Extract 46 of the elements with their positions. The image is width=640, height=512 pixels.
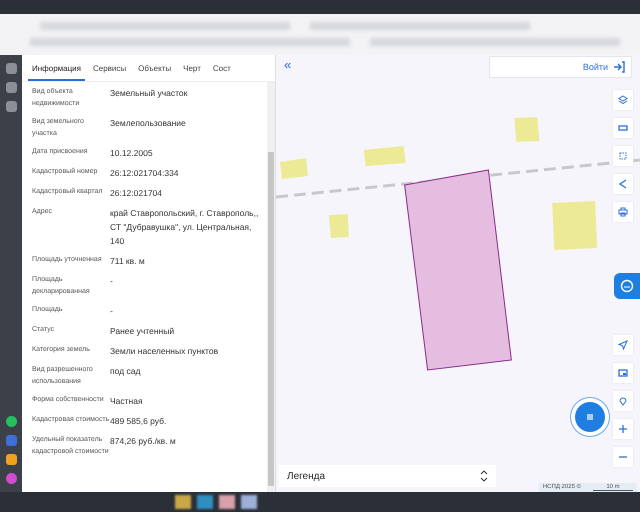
- field-value: 10.12.2005: [110, 147, 154, 160]
- field-value: Частная: [110, 395, 144, 408]
- map-view-icon: [618, 368, 628, 378]
- field-value: 26:12:021704: [110, 187, 163, 200]
- field-value: 489 585,6 руб.: [110, 415, 168, 428]
- panel-tab[interactable]: Сервисы: [88, 59, 130, 81]
- layers-button[interactable]: [613, 90, 633, 110]
- scrollbar[interactable]: [267, 82, 275, 492]
- print-button[interactable]: [613, 202, 633, 222]
- login-icon: [613, 61, 625, 73]
- layers-icon: [618, 95, 628, 105]
- legend-dropdown[interactable]: Легенда: [279, 465, 496, 487]
- field-value: Земли населенных пунктов: [110, 345, 220, 358]
- field-value: край Ставропольский, г. Ставрополь,, СТ "Дубравушка", ул. Центральная, 140: [110, 207, 260, 248]
- map-view-button[interactable]: [613, 363, 633, 383]
- zoom-in-button[interactable]: [613, 419, 633, 439]
- field-value: -: [110, 275, 114, 288]
- share-icon: [618, 179, 628, 189]
- share-button[interactable]: [613, 174, 633, 194]
- collapse-button[interactable]: «: [282, 57, 294, 72]
- selection-icon: [618, 151, 628, 161]
- location-arrow-icon: [618, 340, 628, 350]
- ruler-icon: [618, 123, 628, 133]
- field-value: -: [110, 305, 114, 318]
- sort-caret-icon: [480, 470, 488, 482]
- field-value: Ранее учтенный: [110, 325, 176, 338]
- selection-button[interactable]: [613, 146, 633, 166]
- field-value: 26:12:021704:334: [110, 167, 180, 180]
- field-value: под сад: [110, 365, 142, 378]
- panel-tab[interactable]: Информация: [28, 59, 85, 81]
- pin-icon: [618, 396, 628, 406]
- panel-tab[interactable]: Сост: [208, 59, 235, 81]
- field-value: 874,26 руб./кв. м: [110, 435, 177, 448]
- print-icon: [618, 207, 628, 217]
- login-button[interactable]: Войти: [489, 56, 632, 78]
- chat-button[interactable]: [575, 402, 605, 432]
- panel-tab[interactable]: Черт: [179, 59, 205, 81]
- field-value: 711 кв. м: [110, 255, 146, 268]
- ruler-button[interactable]: [613, 118, 633, 138]
- feedback-tab[interactable]: [614, 273, 640, 299]
- panel-tab[interactable]: Объекты: [134, 59, 176, 81]
- pin-button[interactable]: [613, 391, 633, 411]
- field-value: Земельный участок: [110, 87, 188, 100]
- zoom-in-icon: [618, 424, 628, 434]
- field-value: Землепользование: [110, 117, 187, 130]
- location-arrow-button[interactable]: [613, 335, 633, 355]
